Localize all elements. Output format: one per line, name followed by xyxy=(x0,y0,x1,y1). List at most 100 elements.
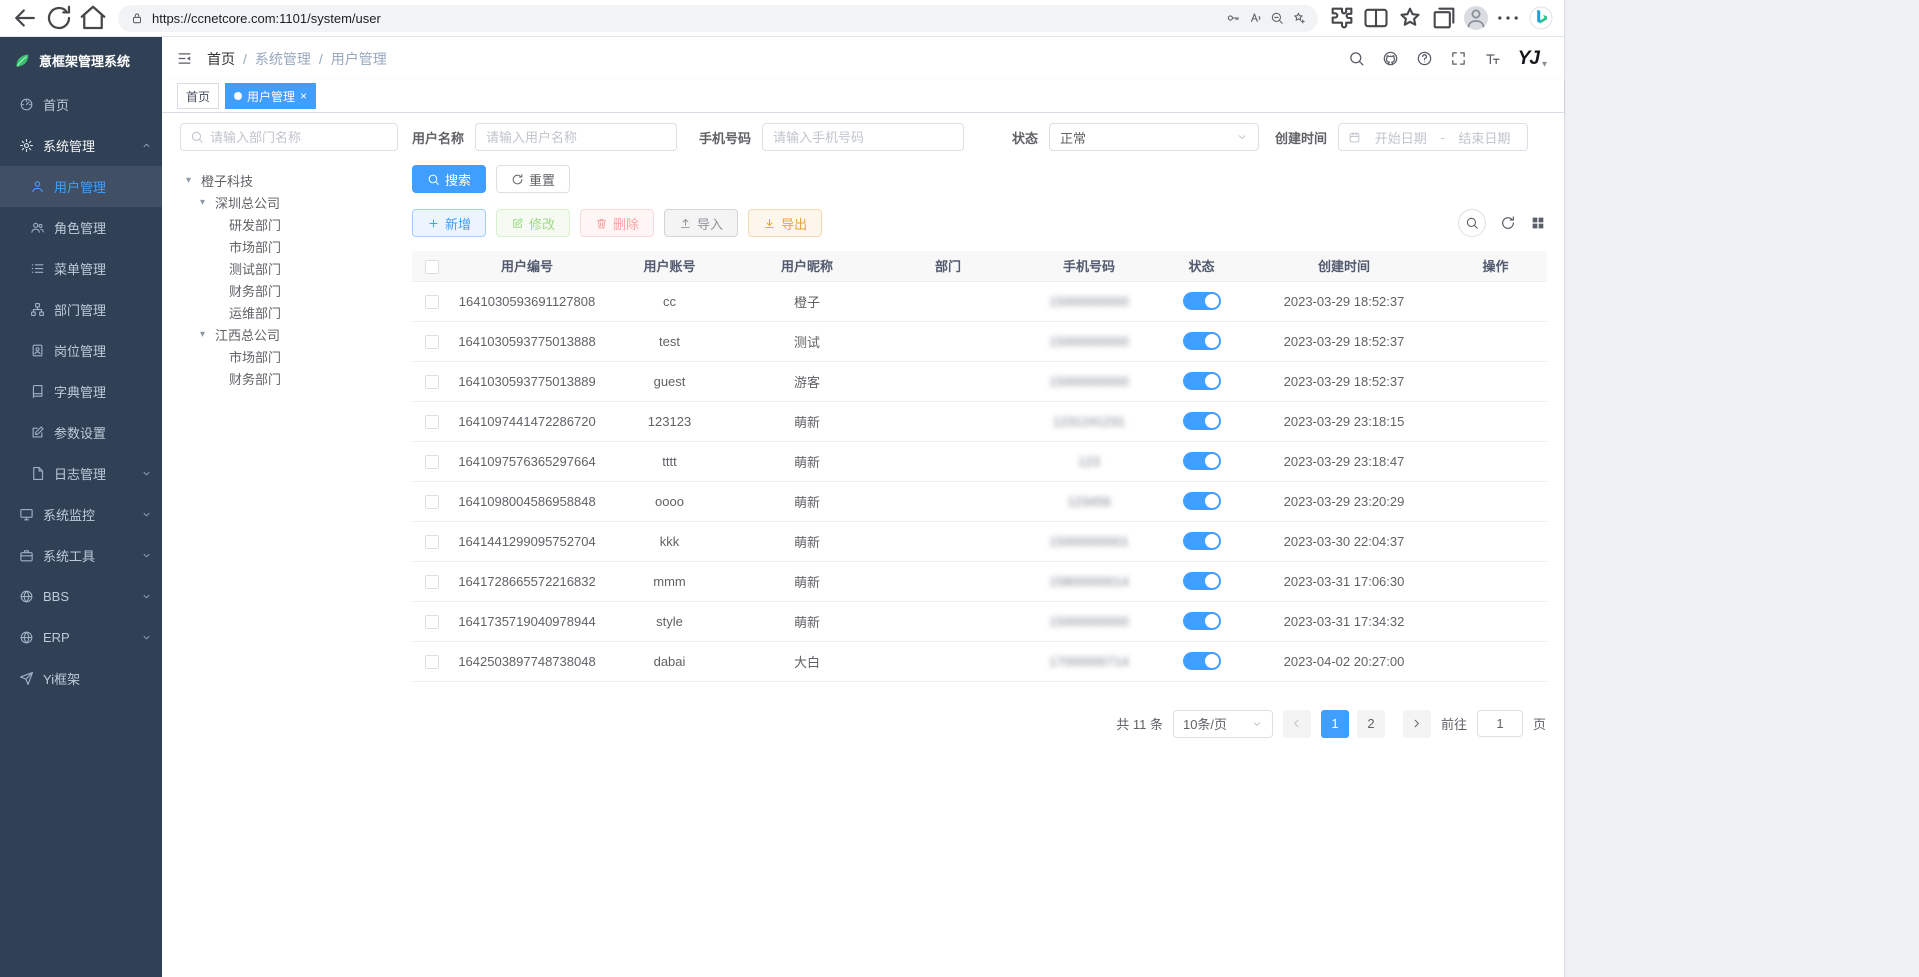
goto-page-input[interactable] xyxy=(1477,710,1523,737)
fold-sidebar-icon[interactable] xyxy=(176,50,193,67)
sidebar-item-log[interactable]: 日志管理 xyxy=(0,453,162,494)
tree-node[interactable]: 测试部门 xyxy=(180,257,398,279)
phone-input[interactable] xyxy=(762,123,964,151)
tree-expand-icon[interactable]: ▾ xyxy=(200,329,215,340)
status-toggle[interactable] xyxy=(1183,652,1221,670)
status-toggle[interactable] xyxy=(1183,332,1221,350)
tree-expand-icon[interactable]: ▾ xyxy=(186,175,201,186)
font-size-icon[interactable] xyxy=(1484,50,1501,67)
fullscreen-icon[interactable] xyxy=(1450,50,1467,67)
tree-node[interactable]: ▾深圳总公司 xyxy=(180,191,398,213)
password-key-icon[interactable] xyxy=(1226,11,1240,25)
sidebar-item-param[interactable]: 参数设置 xyxy=(0,412,162,453)
dept-search-input[interactable] xyxy=(180,123,398,151)
page-button-1[interactable]: 1 xyxy=(1321,710,1349,738)
tree-node[interactable]: 市场部门 xyxy=(180,345,398,367)
split-screen-icon[interactable] xyxy=(1362,4,1390,32)
status-toggle[interactable] xyxy=(1183,492,1221,510)
status-toggle[interactable] xyxy=(1183,372,1221,390)
export-button[interactable]: 导出 xyxy=(748,209,822,237)
tree-expand-icon[interactable]: ▾ xyxy=(200,197,215,208)
sidebar-item-menu[interactable]: 菜单管理 xyxy=(0,248,162,289)
add-button[interactable]: 新增 xyxy=(412,209,486,237)
sidebar-item-tools[interactable]: 系统工具 xyxy=(0,535,162,576)
row-checkbox[interactable] xyxy=(425,415,439,429)
sidebar-item-yi-frame[interactable]: Yi框架 xyxy=(0,658,162,699)
search-icon[interactable] xyxy=(1348,50,1365,67)
tree-node[interactable]: 研发部门 xyxy=(180,213,398,235)
status-toggle[interactable] xyxy=(1183,292,1221,310)
row-checkbox[interactable] xyxy=(425,615,439,629)
columns-grid-icon[interactable] xyxy=(1530,215,1546,231)
collections-icon[interactable] xyxy=(1430,4,1458,32)
tree-node[interactable]: ▾江西总公司 xyxy=(180,323,398,345)
breadcrumb-item[interactable]: 首页 xyxy=(207,49,235,69)
help-icon[interactable] xyxy=(1416,50,1433,67)
bing-chat-icon[interactable] xyxy=(1528,5,1554,31)
status-toggle[interactable] xyxy=(1183,412,1221,430)
tree-node[interactable]: ▾橙子科技 xyxy=(180,169,398,191)
tab-用户管理[interactable]: 用户管理× xyxy=(225,83,316,109)
sidebar-item-system[interactable]: 系统管理 xyxy=(0,125,162,166)
address-bar[interactable]: https://ccnetcore.com:1101/system/user xyxy=(118,5,1318,32)
tree-node[interactable]: 财务部门 xyxy=(180,279,398,301)
sidebar-item-home[interactable]: 首页 xyxy=(0,84,162,125)
browser-menu-icon[interactable] xyxy=(1494,4,1522,32)
status-toggle[interactable] xyxy=(1183,452,1221,470)
toggle-search-icon[interactable] xyxy=(1458,209,1486,237)
status-select[interactable]: 正常 xyxy=(1049,123,1259,151)
row-checkbox[interactable] xyxy=(425,535,439,549)
status-toggle[interactable] xyxy=(1183,532,1221,550)
delete-button[interactable]: 删除 xyxy=(580,209,654,237)
page-size-select[interactable]: 10条/页 xyxy=(1173,710,1273,738)
tree-node[interactable]: 市场部门 xyxy=(180,235,398,257)
add-favorite-icon[interactable] xyxy=(1292,11,1306,25)
row-checkbox[interactable] xyxy=(425,575,439,589)
sidebar-item-post[interactable]: 岗位管理 xyxy=(0,330,162,371)
row-checkbox[interactable] xyxy=(425,295,439,309)
select-all-checkbox[interactable] xyxy=(425,260,439,274)
username-field[interactable] xyxy=(486,130,666,145)
browser-profile-avatar[interactable] xyxy=(1464,6,1488,30)
prev-page-icon[interactable] xyxy=(1283,710,1311,738)
import-button[interactable]: 导入 xyxy=(664,209,738,237)
page-button-2[interactable]: 2 xyxy=(1357,710,1385,738)
favorites-icon[interactable] xyxy=(1396,4,1424,32)
sidebar-item-dept[interactable]: 部门管理 xyxy=(0,289,162,330)
reset-button[interactable]: 重置 xyxy=(496,165,570,193)
row-checkbox[interactable] xyxy=(425,375,439,389)
sidebar-item-user[interactable]: 用户管理 xyxy=(0,166,162,207)
sidebar-item-dict[interactable]: 字典管理 xyxy=(0,371,162,412)
refresh-table-icon[interactable] xyxy=(1500,215,1516,231)
username-input[interactable] xyxy=(475,123,677,151)
date-range-picker[interactable]: 开始日期 - 结束日期 xyxy=(1338,123,1528,151)
home-icon[interactable] xyxy=(78,4,108,32)
tree-node[interactable]: 财务部门 xyxy=(180,367,398,389)
edit-button[interactable]: 修改 xyxy=(496,209,570,237)
next-page-icon[interactable] xyxy=(1403,710,1431,738)
sidebar-item-erp[interactable]: ERP xyxy=(0,617,162,658)
phone-field[interactable] xyxy=(773,130,953,145)
tree-node[interactable]: 运维部门 xyxy=(180,301,398,323)
back-icon[interactable] xyxy=(10,4,40,32)
search-button[interactable]: 搜索 xyxy=(412,165,486,193)
row-checkbox[interactable] xyxy=(425,455,439,469)
extensions-icon[interactable] xyxy=(1328,4,1356,32)
tab-close-icon[interactable]: × xyxy=(300,89,307,103)
tab-首页[interactable]: 首页 xyxy=(177,83,219,109)
sidebar-item-monitor[interactable]: 系统监控 xyxy=(0,494,162,535)
user-avatar[interactable]: YJ ▾ xyxy=(1518,48,1546,70)
sidebar-item-role[interactable]: 角色管理 xyxy=(0,207,162,248)
zoom-icon[interactable] xyxy=(1270,11,1284,25)
row-checkbox[interactable] xyxy=(425,335,439,349)
table-row: 1641030593775013889guest游客15000000000202… xyxy=(412,361,1547,401)
dept-search-field[interactable] xyxy=(210,130,388,145)
refresh-icon[interactable] xyxy=(44,4,74,32)
sidebar-item-bbs[interactable]: BBS xyxy=(0,576,162,617)
row-checkbox[interactable] xyxy=(425,495,439,509)
row-checkbox[interactable] xyxy=(425,655,439,669)
github-icon[interactable] xyxy=(1382,50,1399,67)
status-toggle[interactable] xyxy=(1183,612,1221,630)
read-aloud-icon[interactable] xyxy=(1248,11,1262,25)
status-toggle[interactable] xyxy=(1183,572,1221,590)
